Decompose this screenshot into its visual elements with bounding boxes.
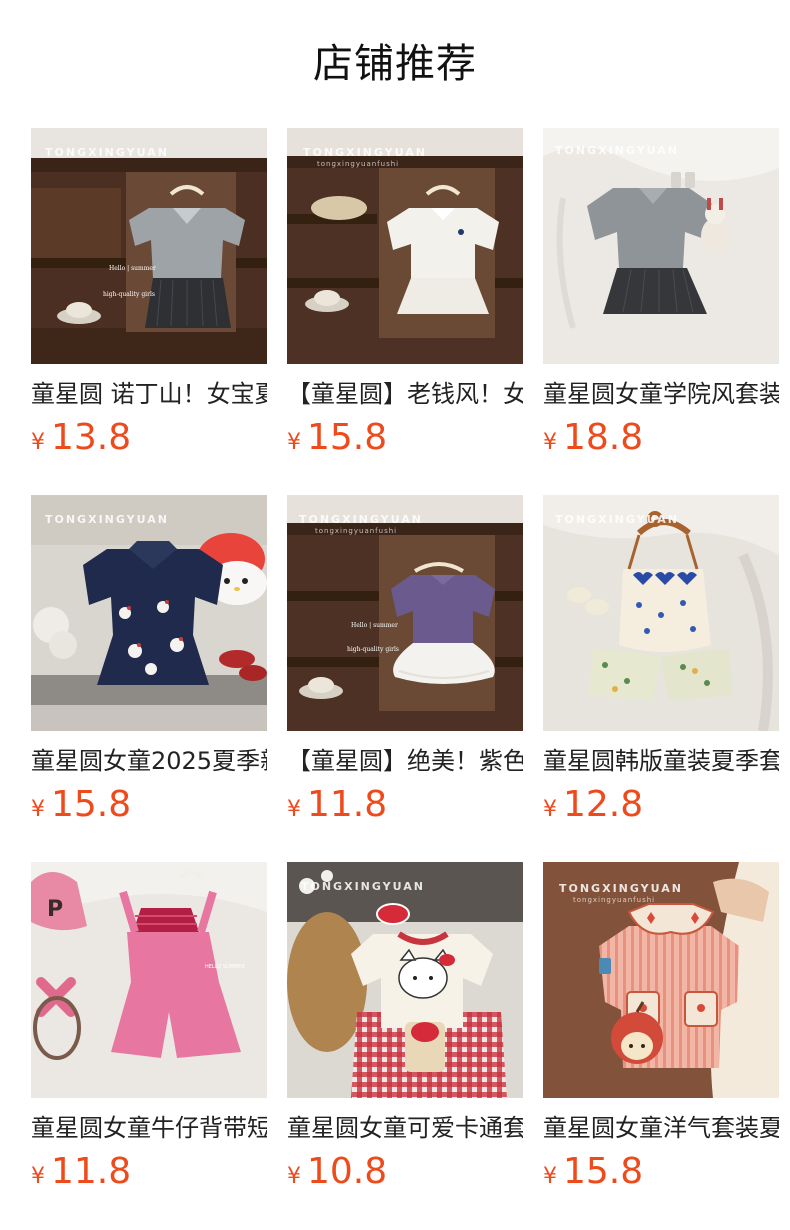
watermark-brand: TONGXINGYUAN xyxy=(301,880,425,893)
photo-text: high-quality girls xyxy=(103,291,155,298)
product-title[interactable]: 童星圆女童牛仔背带短裤 xyxy=(31,1112,267,1144)
product-image[interactable]: TONGXINGYUAN Hello | summer high-quality… xyxy=(31,128,267,364)
price-value: 18.8 xyxy=(563,417,644,458)
product-image[interactable]: TONGXINGYUAN xyxy=(543,495,779,731)
currency-symbol: ¥ xyxy=(31,1164,45,1189)
product-card[interactable]: TONGXINGYUAN 童星圆韩版童装夏季套装 ¥12.8 xyxy=(543,495,779,862)
product-grid: TONGXINGYUAN Hello | summer high-quality… xyxy=(31,128,779,1229)
product-card[interactable]: TONGXINGYUAN tongxingyuanfushi 【童星圆】老钱风！… xyxy=(287,128,523,495)
watermark-sub: tongxingyuanfushi xyxy=(315,527,397,535)
price-value: 15.8 xyxy=(51,784,132,825)
photo-text: Hello | summer xyxy=(109,265,156,272)
photo-text: high-quality girls xyxy=(347,646,399,653)
currency-symbol: ¥ xyxy=(287,797,301,822)
currency-symbol: ¥ xyxy=(31,430,45,455)
price-value: 10.8 xyxy=(307,1151,388,1192)
product-title[interactable]: 【童星圆】老钱风！女童 xyxy=(287,378,523,410)
product-title[interactable]: 童星圆韩版童装夏季套装 xyxy=(543,745,779,777)
watermark-brand: TONGXINGYUAN xyxy=(303,146,427,159)
product-title[interactable]: 童星圆 诺丁山！女宝夏季 xyxy=(31,378,267,410)
currency-symbol: ¥ xyxy=(287,1164,301,1189)
svg-text:HELLO SUMMER: HELLO SUMMER xyxy=(205,964,245,970)
product-card[interactable]: TONGXINGYUAN tongxingyuanfushi 童星圆女童洋气套装… xyxy=(543,862,779,1229)
photo-text: Hello | summer xyxy=(351,622,398,629)
product-image[interactable]: TONGXINGYUAN xyxy=(31,495,267,731)
watermark-brand: TONGXINGYUAN xyxy=(45,513,169,526)
currency-symbol: ¥ xyxy=(543,1164,557,1189)
svg-text:P: P xyxy=(47,897,63,922)
product-image[interactable]: TONGXINGYUAN xyxy=(543,128,779,364)
product-title[interactable]: 童星圆女童可爱卡通套装 xyxy=(287,1112,523,1144)
product-price: ¥13.8 xyxy=(31,416,267,460)
watermark-brand: TONGXINGYUAN xyxy=(45,146,169,159)
price-value: 13.8 xyxy=(51,417,132,458)
price-value: 15.8 xyxy=(307,417,388,458)
watermark-brand: TONGXINGYUAN xyxy=(299,513,423,526)
currency-symbol: ¥ xyxy=(543,797,557,822)
price-value: 11.8 xyxy=(307,784,388,825)
currency-symbol: ¥ xyxy=(543,430,557,455)
product-price: ¥15.8 xyxy=(31,783,267,827)
product-price: ¥12.8 xyxy=(543,783,779,827)
product-image[interactable]: TONGXINGYUAN tongxingyuanfushi xyxy=(287,128,523,364)
product-card[interactable]: TONGXINGYUAN 童星圆女童学院风套装夏 ¥18.8 xyxy=(543,128,779,495)
product-title[interactable]: 童星圆女童学院风套装夏 xyxy=(543,378,779,410)
product-card[interactable]: TONGXINGYUAN tongxingyuanfushi Hello | s… xyxy=(287,495,523,862)
product-image[interactable]: TONGXINGYUAN xyxy=(287,862,523,1098)
product-card[interactable]: TONGXINGYUAN 童星圆女童可爱卡通套装 ¥10.8 xyxy=(287,862,523,1229)
product-price: ¥11.8 xyxy=(31,1150,267,1194)
price-value: 11.8 xyxy=(51,1151,132,1192)
currency-symbol: ¥ xyxy=(31,797,45,822)
product-price: ¥18.8 xyxy=(543,416,779,460)
product-price: ¥11.8 xyxy=(287,783,523,827)
recommend-page: 店铺推荐 TONGXINGYUAN Hello | summer high-qu… xyxy=(0,0,790,1230)
watermark-brand: TONGXINGYUAN xyxy=(555,513,679,526)
product-image[interactable]: TONGXINGYUAN tongxingyuanfushi Hello | s… xyxy=(287,495,523,731)
watermark-sub: tongxingyuanfushi xyxy=(317,160,399,168)
currency-symbol: ¥ xyxy=(287,430,301,455)
section-title: 店铺推荐 xyxy=(313,41,477,87)
watermark-brand: TONGXINGYUAN xyxy=(559,882,683,895)
product-price: ¥15.8 xyxy=(287,416,523,460)
watermark-brand: TONGXINGYUAN xyxy=(555,144,679,157)
product-price: ¥15.8 xyxy=(543,1150,779,1194)
product-card[interactable]: P HELLO SUMMER 童星圆女童牛仔背带短 ¥ 11.8 xyxy=(31,862,267,1229)
product-card[interactable]: TONGXINGYUAN 童星圆女童2025夏季新 ¥15.8 xyxy=(31,495,267,862)
product-title[interactable]: 童星圆女童2025夏季新 xyxy=(31,745,267,777)
product-title[interactable]: 【童星圆】绝美！紫色 xyxy=(287,745,523,777)
product-card[interactable]: TONGXINGYUAN Hello | summer high-quality… xyxy=(31,128,267,495)
price-value: 12.8 xyxy=(563,784,644,825)
price-value: 15.8 xyxy=(563,1151,644,1192)
product-image[interactable]: P HELLO SUMMER xyxy=(31,862,267,1098)
product-image[interactable]: TONGXINGYUAN tongxingyuanfushi xyxy=(543,862,779,1098)
product-title[interactable]: 童星圆女童洋气套装夏季 xyxy=(543,1112,779,1144)
product-price: ¥10.8 xyxy=(287,1150,523,1194)
watermark-sub: tongxingyuanfushi xyxy=(573,896,655,904)
